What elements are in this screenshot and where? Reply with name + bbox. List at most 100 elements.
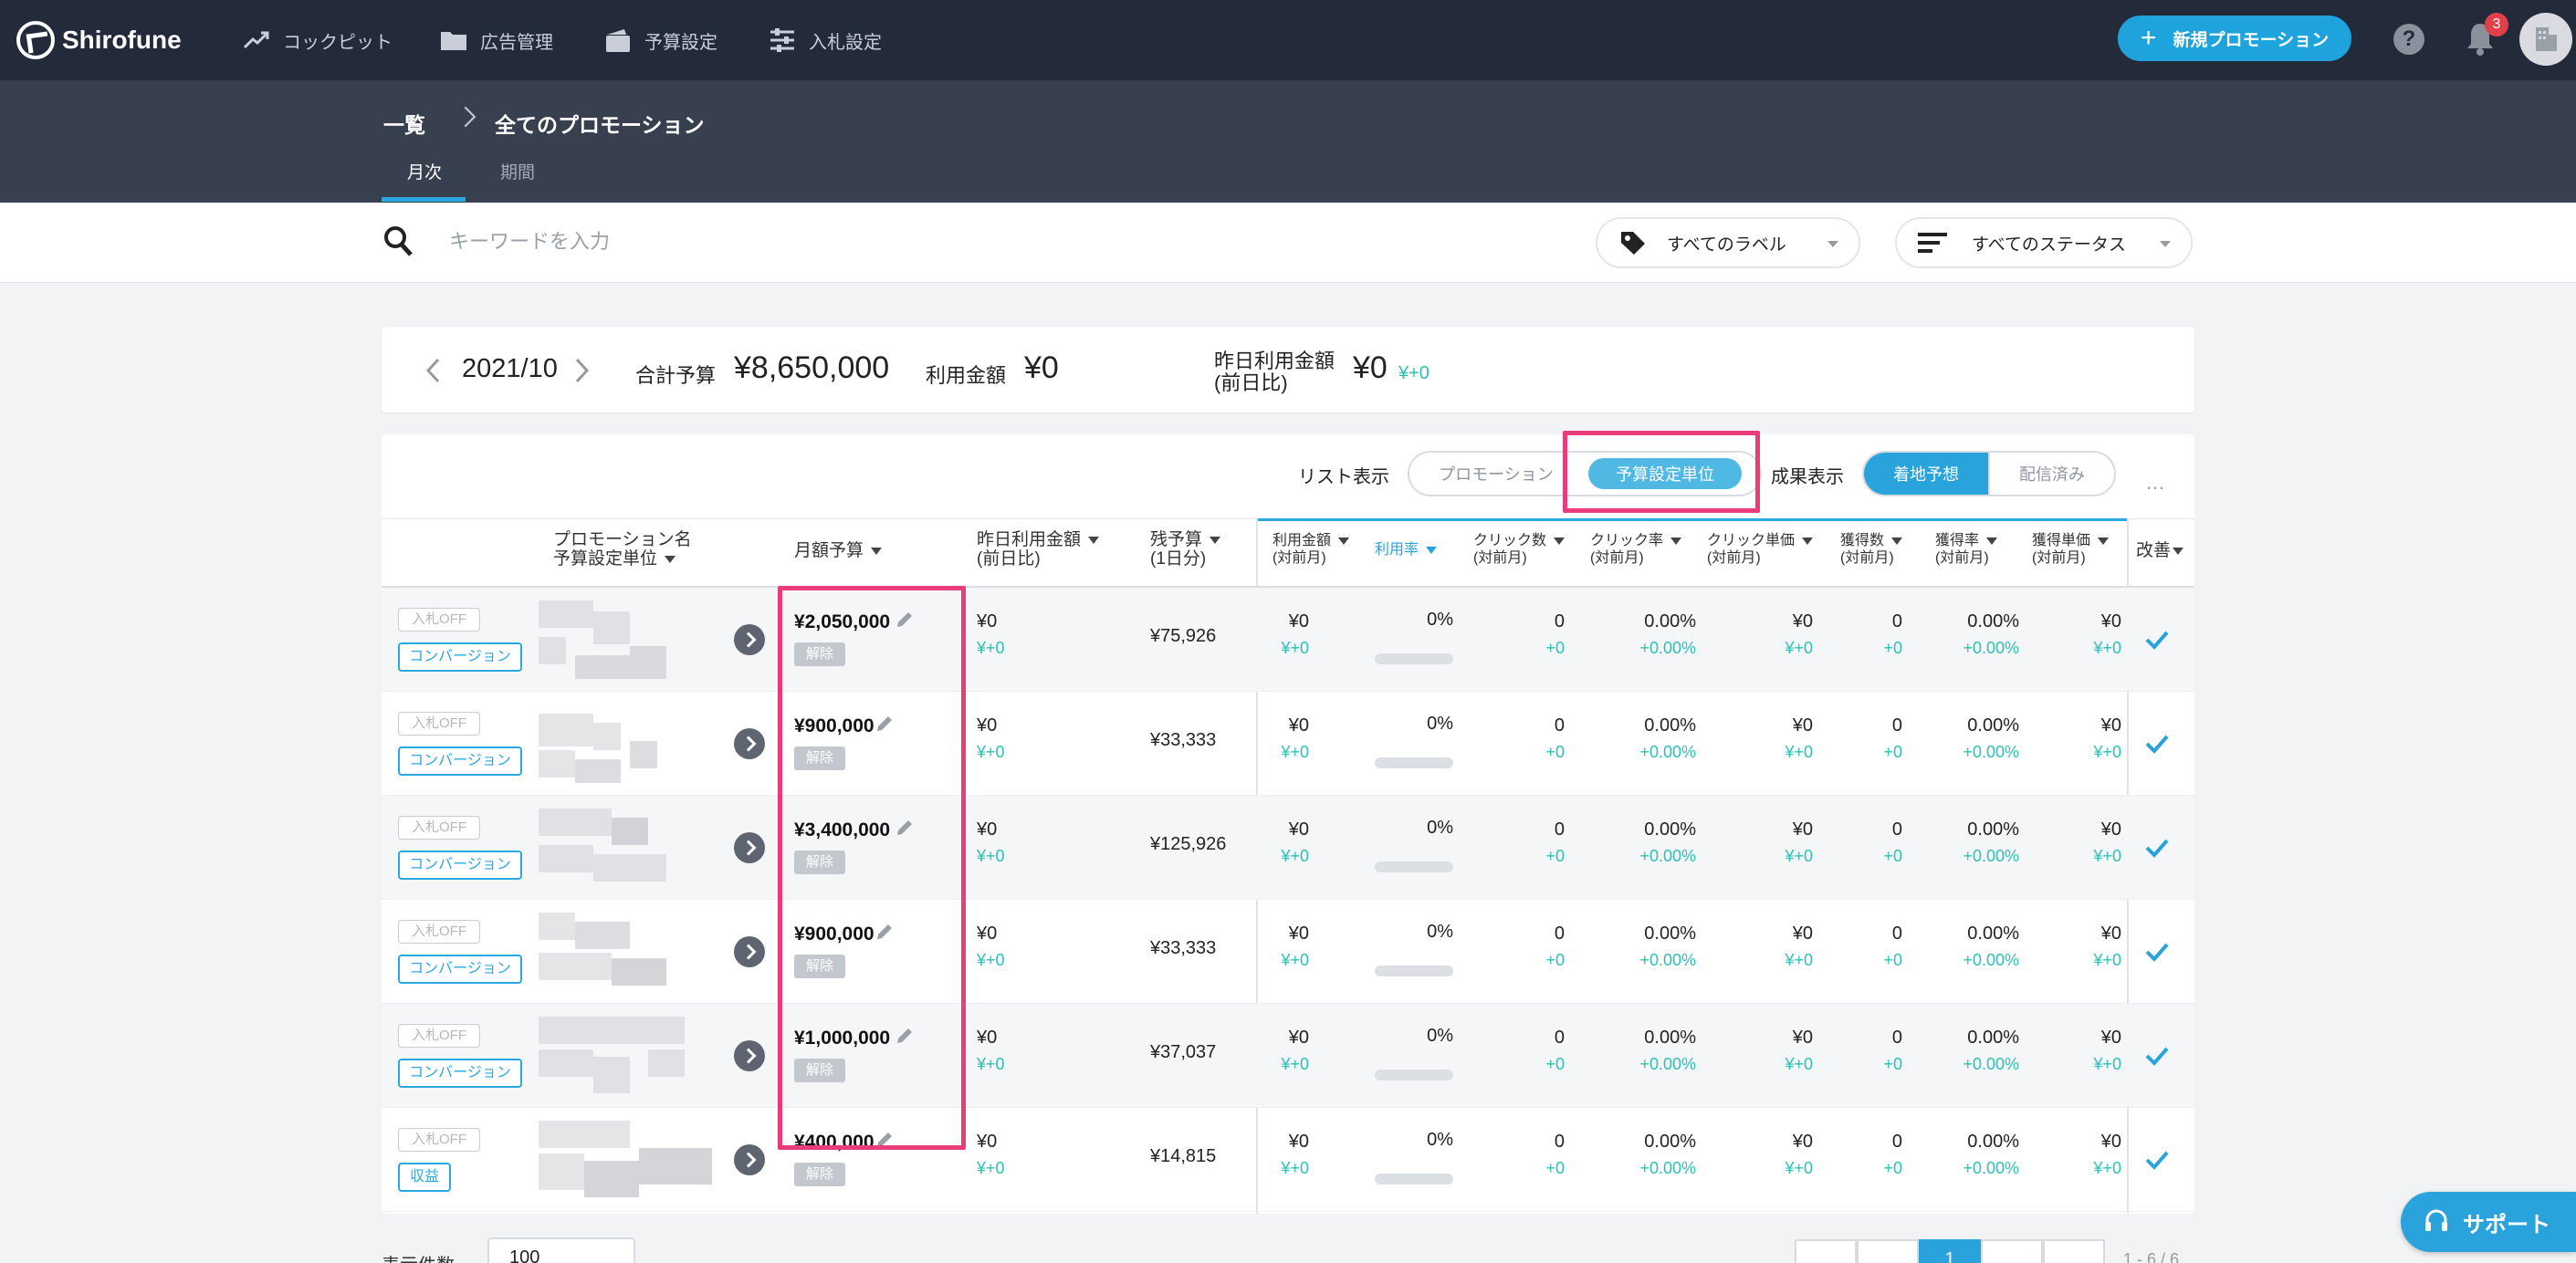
pencil-icon[interactable]	[874, 922, 895, 942]
table-row[interactable]: 入札OFF コンバージョン ¥900,000 解除 ¥0 ¥+0 ¥33,333…	[382, 900, 2194, 1004]
open-detail-icon[interactable]	[734, 1040, 765, 1071]
more-options-icon[interactable]: …	[2145, 471, 2167, 495]
open-detail-icon[interactable]	[734, 1144, 765, 1175]
col-usage-rate[interactable]: 利用率	[1375, 541, 1438, 558]
breadcrumb-root[interactable]: 一覧	[383, 108, 425, 139]
help-icon[interactable]: ?	[2393, 24, 2424, 55]
pager-next[interactable]	[1981, 1239, 2043, 1263]
col-remaining[interactable]: 残予算 (1日分)	[1150, 530, 1221, 569]
open-detail-icon[interactable]	[734, 728, 765, 759]
sort-caret-icon	[1209, 536, 1221, 544]
check-icon[interactable]	[2143, 1042, 2171, 1070]
unlock-button[interactable]: 解除	[794, 746, 845, 770]
pager-last[interactable]	[2043, 1239, 2105, 1263]
pencil-icon[interactable]	[895, 610, 915, 630]
pencil-icon[interactable]	[895, 818, 915, 838]
table-row[interactable]: 入札OFF コンバージョン ¥1,000,000 解除 ¥0 ¥+0 ¥37,0…	[382, 1004, 2194, 1108]
check-icon[interactable]	[2143, 730, 2171, 757]
open-detail-icon[interactable]	[734, 936, 765, 967]
sort-caret-icon	[2173, 547, 2184, 555]
account-avatar[interactable]	[2519, 13, 2572, 66]
check-icon[interactable]	[2143, 626, 2171, 653]
unlock-button[interactable]: 解除	[794, 955, 845, 978]
table-row[interactable]: 入札OFF コンバージョン ¥3,400,000 解除 ¥0 ¥+0 ¥125,…	[382, 796, 2194, 900]
pencil-icon[interactable]	[874, 714, 895, 734]
per-page-select[interactable]: 100	[487, 1237, 635, 1263]
pager-page-current[interactable]: 1	[1919, 1239, 1981, 1263]
unlock-button[interactable]: 解除	[794, 1059, 845, 1082]
col-cpc[interactable]: クリック単価 (対前月)	[1707, 532, 1814, 567]
tab-monthly[interactable]: 月次	[407, 159, 442, 183]
nav-item-cockpit[interactable]: コックピット	[243, 22, 393, 58]
cell-cpa-diff: ¥+0	[2093, 951, 2121, 969]
yesterday-diff: ¥+0	[1398, 363, 1429, 383]
col-spend[interactable]: 利用金額 (対前月)	[1272, 532, 1350, 567]
col-cvr[interactable]: 獲得率 (対前月)	[1935, 532, 1998, 567]
nav-item-bidding[interactable]: 入札設定	[769, 22, 882, 58]
label-filter-select[interactable]: すべてのラベル	[1596, 217, 1860, 268]
sort-caret-icon	[1338, 537, 1350, 545]
result-option-delivered[interactable]: 配信済み	[1988, 453, 2114, 495]
table-row[interactable]: 入札OFF コンバージョン ¥2,050,000 解除 ¥0 ¥+0 ¥75,9…	[382, 588, 2194, 692]
cell-spend: ¥0	[1288, 611, 1309, 632]
pencil-icon[interactable]	[874, 1130, 895, 1150]
redacted-promotion-name	[539, 809, 712, 887]
notification-badge: 3	[2485, 13, 2508, 37]
tab-period[interactable]: 期間	[500, 159, 535, 183]
open-detail-icon[interactable]	[734, 832, 765, 863]
table-row[interactable]: 入札OFF コンバージョン ¥900,000 解除 ¥0 ¥+0 ¥33,333…	[382, 692, 2194, 796]
wallet-icon	[604, 26, 632, 54]
summary-card: 2021/10 合計予算 ¥8,650,000 利用金額 ¥0 昨日利用金額 (…	[382, 327, 2194, 412]
keyword-search-input[interactable]	[449, 221, 1179, 263]
logo[interactable]: Shirofune	[16, 20, 182, 60]
nav-item-ads[interactable]: 広告管理	[440, 22, 553, 58]
col-cpa[interactable]: 獲得単価 (対前月)	[2032, 532, 2110, 567]
usage-label: 利用金額	[926, 364, 1007, 387]
table-row[interactable]: 入札OFF 収益 ¥400,000 解除 ¥0 ¥+0 ¥14,815 ¥0 ¥+…	[382, 1108, 2194, 1212]
redacted-promotion-name	[539, 1121, 712, 1199]
col-name[interactable]: プロモーション名 予算設定単位	[553, 530, 692, 569]
col-monthly-budget[interactable]: 月額予算	[794, 541, 883, 560]
check-icon[interactable]	[2143, 1146, 2171, 1174]
list-option-budget-unit[interactable]: 予算設定単位	[1588, 458, 1742, 489]
col-clicks[interactable]: クリック数 (対前月)	[1473, 532, 1565, 567]
cell-clicks: 0	[1554, 819, 1565, 840]
col-ctr[interactable]: クリック率 (対前月)	[1590, 532, 1682, 567]
sort-caret-icon	[1802, 537, 1814, 545]
status-filter-select[interactable]: すべてのステータス	[1895, 217, 2193, 268]
cell-cpa-diff: ¥+0	[2093, 1055, 2121, 1073]
cell-yesterday-diff: ¥+0	[977, 1159, 1005, 1177]
tag-icon	[1621, 232, 1645, 255]
result-option-forecast[interactable]: 着地予想	[1864, 453, 1988, 495]
chevron-left-icon[interactable]	[425, 358, 440, 383]
list-option-promotion[interactable]: プロモーション	[1409, 453, 1583, 495]
usage-rate-bar	[1375, 653, 1453, 664]
cell-usage-rate: 0%	[1427, 922, 1453, 942]
conversion-type-tag: コンバージョン	[398, 1059, 522, 1088]
col-conversions[interactable]: 獲得数 (対前月)	[1840, 532, 1903, 567]
unlock-button[interactable]: 解除	[794, 1163, 845, 1186]
new-promotion-button[interactable]: + 新規プロモーション	[2118, 16, 2351, 61]
conversion-type-tag: 収益	[398, 1163, 451, 1192]
cell-clicks-diff: +0	[1545, 1159, 1565, 1177]
pager-first[interactable]	[1795, 1239, 1857, 1263]
metrics-header-accent	[1256, 518, 2127, 521]
unlock-button[interactable]: 解除	[794, 851, 845, 874]
pencil-icon[interactable]	[895, 1026, 915, 1046]
cell-clicks: 0	[1554, 924, 1565, 944]
check-icon[interactable]	[2143, 834, 2171, 861]
check-icon[interactable]	[2143, 938, 2171, 966]
nav-label: 入札設定	[809, 32, 882, 53]
cell-cpa: ¥0	[2100, 924, 2121, 944]
nav-item-budget[interactable]: 予算設定	[604, 22, 717, 58]
cell-conversions-diff: +0	[1883, 847, 1902, 865]
pager-prev[interactable]	[1857, 1239, 1919, 1263]
support-button[interactable]: サポート	[2401, 1192, 2576, 1252]
cell-spend: ¥0	[1288, 715, 1309, 736]
unlock-button[interactable]: 解除	[794, 642, 845, 666]
col-improve[interactable]: 改善	[2136, 541, 2184, 560]
chevron-right-icon[interactable]	[575, 358, 590, 383]
open-detail-icon[interactable]	[734, 624, 765, 655]
col-yesterday[interactable]: 昨日利用金額 (前日比)	[977, 530, 1100, 569]
table-header: プロモーション名 予算設定単位 月額予算 昨日利用金額 (前日比) 残予算 (1日分)…	[382, 518, 2194, 588]
